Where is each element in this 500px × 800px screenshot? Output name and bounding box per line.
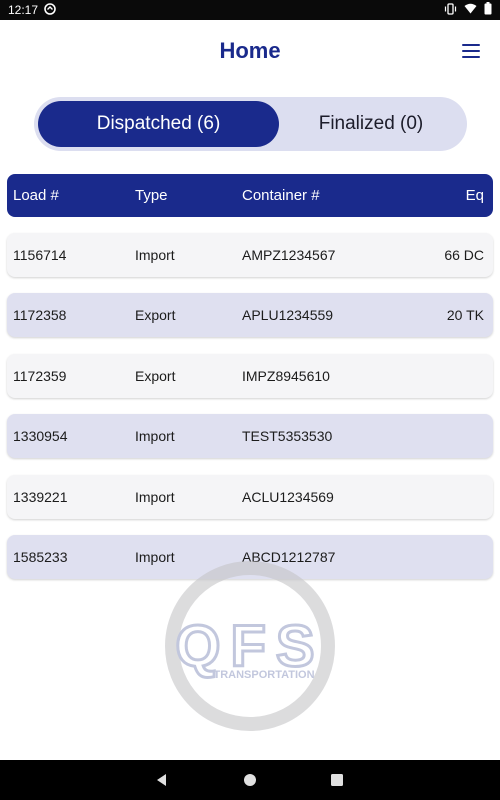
container-number: TEST5353530 (242, 428, 333, 444)
wifi-icon (464, 3, 477, 17)
logo-tagline: TRANSPORTATION (213, 669, 314, 681)
tab-dispatched[interactable]: Dispatched (6) (38, 101, 279, 147)
home-button[interactable] (240, 770, 260, 790)
tab-finalized[interactable]: Finalized (0) (279, 101, 463, 147)
load-type: Import (135, 247, 175, 263)
table-row[interactable]: 1330954 Import TEST5353530 (7, 414, 493, 458)
container-number: ACLU1234569 (242, 489, 334, 505)
column-header-type: Type (135, 187, 168, 204)
column-header-load: Load # (13, 187, 59, 204)
recents-square-icon (331, 774, 343, 786)
equipment: 20 TK (446, 307, 484, 323)
container-number: APLU1234559 (242, 307, 334, 323)
app-notification-icon (44, 2, 56, 18)
status-time: 12:17 (8, 3, 39, 17)
table-row[interactable]: 1172359 Export IMPZ8945610 (7, 354, 493, 398)
load-number: 1585233 (13, 549, 68, 565)
back-triangle-icon (157, 774, 166, 786)
load-number: 1156714 (13, 247, 67, 263)
menu-button[interactable] (462, 44, 480, 58)
equipment: 66 DC (444, 247, 484, 263)
load-type: Export (135, 307, 176, 323)
vibrate-icon (444, 2, 457, 18)
load-type: Import (135, 489, 175, 505)
table-row[interactable]: 1339221 Import ACLU1234569 (7, 475, 493, 519)
home-circle-icon (244, 774, 256, 786)
load-number: 1172358 (13, 307, 67, 323)
back-button[interactable] (152, 770, 172, 790)
page-title: Home (219, 38, 281, 63)
system-nav-bar (0, 760, 500, 800)
container-number: AMPZ1234567 (242, 247, 336, 263)
column-header-container: Container # (242, 187, 320, 204)
container-number: IMPZ8945610 (242, 368, 330, 384)
load-number: 1339221 (13, 489, 68, 505)
load-number: 1330954 (13, 428, 68, 444)
recents-button[interactable] (327, 770, 347, 790)
hamburger-icon (462, 44, 480, 46)
status-tabs: Dispatched (6) Finalized (0) (34, 97, 467, 151)
battery-icon (484, 2, 492, 18)
table-row[interactable]: 1156714 Import AMPZ1234567 66 DC (7, 233, 493, 277)
load-type: Export (135, 368, 176, 384)
table-row[interactable]: 1172358 Export APLU1234559 20 TK (7, 293, 493, 337)
app-header: Home (0, 20, 500, 82)
column-header-eq: Eq (465, 187, 484, 204)
load-type: Import (135, 428, 175, 444)
status-bar: 12:17 (0, 0, 500, 20)
qfs-logo: QFS TRANSPORTATION (165, 561, 335, 731)
load-number: 1172359 (13, 368, 67, 384)
table-header: Load # Type Container # Eq (7, 174, 493, 217)
status-icons (444, 2, 492, 18)
